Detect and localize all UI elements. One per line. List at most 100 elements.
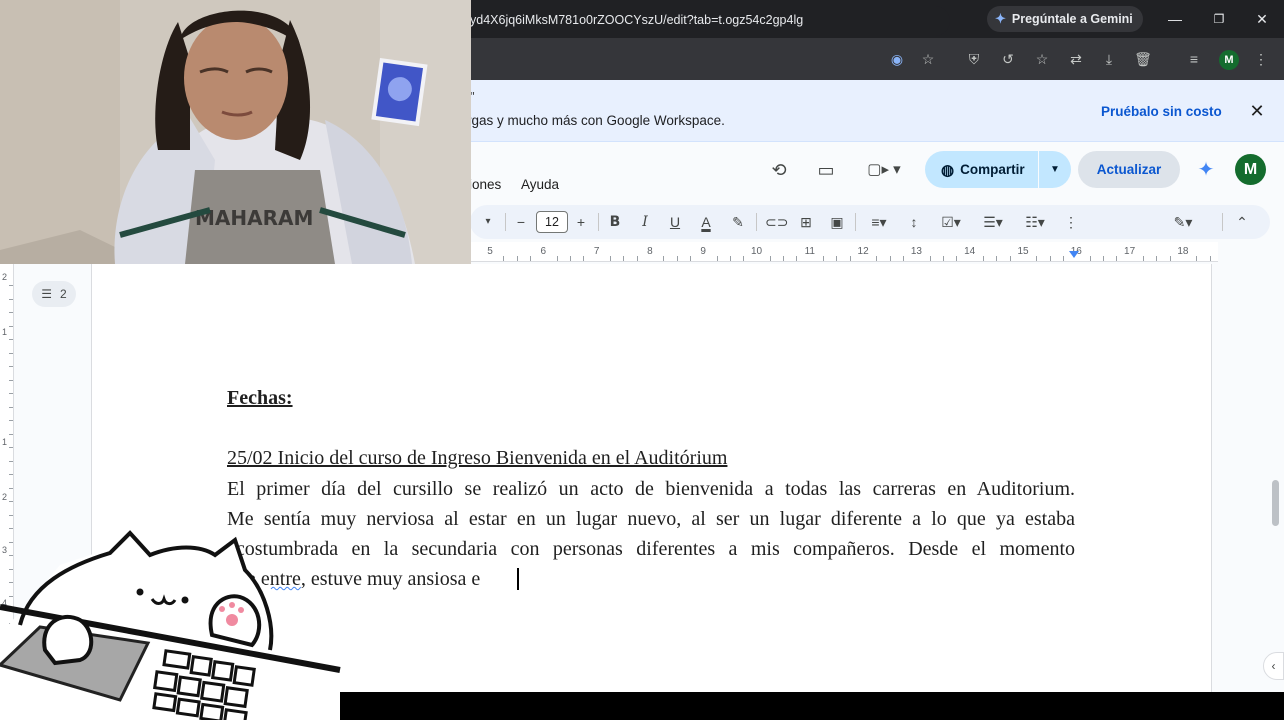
italic-icon[interactable]: I bbox=[635, 211, 655, 233]
scrollbar-thumb[interactable] bbox=[1272, 480, 1279, 526]
share-button[interactable]: ◍ Compartir ▼ bbox=[925, 151, 1071, 188]
ruler-tick bbox=[836, 256, 838, 261]
chevron-down-icon[interactable]: ▼ bbox=[1039, 164, 1071, 175]
vertical-ruler-tick bbox=[9, 352, 13, 354]
update-button[interactable]: Actualizar bbox=[1078, 151, 1180, 188]
font-dropdown-caret-icon[interactable]: ▾ bbox=[478, 211, 498, 233]
paragraph-line[interactable]: acostumbrada en la secundaria con person… bbox=[227, 538, 1075, 561]
font-size-input[interactable]: 12 bbox=[536, 211, 568, 233]
vertical-ruler-tick bbox=[9, 339, 13, 340]
ruler-tick bbox=[529, 256, 531, 261]
history-icon[interactable]: ⟲ bbox=[767, 158, 791, 182]
text-cursor bbox=[517, 568, 519, 590]
ruler-number: 10 bbox=[750, 246, 763, 257]
underline-icon[interactable]: U bbox=[665, 211, 685, 233]
vertical-ruler-tick bbox=[9, 406, 13, 408]
horizontal-ruler[interactable] bbox=[470, 242, 1218, 262]
url-text[interactable]: yd4X6jq6iMksM781o0rZOOCYszU/edit?tab=t.o… bbox=[470, 13, 803, 27]
vertical-ruler-tick bbox=[9, 460, 13, 462]
toolbar-divider bbox=[1222, 213, 1223, 231]
ruler-number: 14 bbox=[964, 246, 976, 257]
decrease-font-icon[interactable]: − bbox=[511, 211, 531, 233]
align-icon[interactable]: ≡▾ bbox=[864, 211, 894, 233]
minimize-icon[interactable]: — bbox=[1164, 8, 1186, 30]
browser-menu-icon[interactable]: ⋮ bbox=[1251, 49, 1271, 69]
close-icon[interactable]: ✕ bbox=[1246, 100, 1268, 122]
banner-text: rgas y mucho más con Google Workspace. bbox=[467, 113, 725, 128]
paragraph-line[interactable]: El primer día del cursillo se realizó un… bbox=[227, 478, 1075, 501]
try-free-link[interactable]: Pruébalo sin costo bbox=[1101, 104, 1222, 119]
insert-image-icon[interactable]: ▣ bbox=[827, 211, 847, 233]
vertical-ruler-number: 2 bbox=[2, 272, 8, 282]
share-label: Compartir bbox=[960, 162, 1025, 177]
account-avatar[interactable]: M bbox=[1235, 154, 1266, 185]
trash-icon[interactable]: 🗑 bbox=[1133, 49, 1153, 69]
lens-icon[interactable]: ◉ bbox=[887, 49, 907, 69]
ruler-tick bbox=[783, 256, 785, 261]
ruler-tick bbox=[1049, 256, 1051, 261]
ask-gemini-button[interactable]: ✦ Pregúntale a Gemini bbox=[987, 6, 1143, 32]
ruler-tick bbox=[876, 256, 878, 261]
ruler-number: 11 bbox=[804, 246, 815, 257]
menu-extensions[interactable]: iones bbox=[469, 177, 501, 192]
outline-button[interactable]: ☰ 2 bbox=[32, 281, 76, 307]
vertical-ruler-tick bbox=[9, 285, 13, 286]
highlight-icon[interactable]: ✎ bbox=[728, 211, 748, 233]
vertical-ruler-number: 2 bbox=[2, 492, 8, 502]
line-spacing-icon[interactable]: ↕ bbox=[904, 211, 924, 233]
paragraph-line[interactable]: Me sentía muy nerviosa al estar en un lu… bbox=[227, 508, 1075, 531]
bold-icon[interactable]: B bbox=[605, 211, 625, 233]
side-panel-toggle-icon[interactable]: ‹ bbox=[1263, 652, 1284, 680]
checklist-icon[interactable]: ☑▾ bbox=[935, 211, 967, 233]
window-close-icon[interactable]: ✕ bbox=[1251, 8, 1273, 30]
ruler-number: 8 bbox=[647, 246, 653, 257]
ruler-tick bbox=[943, 256, 945, 261]
vertical-ruler-number: 1 bbox=[2, 327, 8, 337]
collapse-toolbar-icon[interactable]: ⌃ bbox=[1232, 211, 1252, 233]
ruler-tick bbox=[889, 256, 891, 261]
ruler-number: 15 bbox=[1017, 246, 1029, 257]
gemini-sparkle-icon[interactable]: ✦ bbox=[1194, 158, 1218, 182]
bulleted-list-icon[interactable]: ☰▾ bbox=[977, 211, 1009, 233]
bookmark-star-icon[interactable]: ☆ bbox=[918, 49, 938, 69]
ruler-tick bbox=[516, 256, 518, 261]
download-icon[interactable]: ⤓ bbox=[1099, 49, 1119, 69]
browser-profile-avatar[interactable]: M bbox=[1219, 50, 1239, 70]
add-comment-icon[interactable]: ⊞ bbox=[796, 211, 816, 233]
vertical-ruler-tick bbox=[9, 393, 13, 394]
more-options-icon[interactable]: ⋮ bbox=[1061, 211, 1081, 233]
comment-icon[interactable]: ▭ bbox=[814, 158, 838, 182]
editing-mode-icon[interactable]: ✎▾ bbox=[1166, 211, 1200, 233]
history-extension-icon[interactable]: ↺ bbox=[998, 49, 1018, 69]
vertical-ruler-tick bbox=[9, 366, 13, 367]
ruler-number: 7 bbox=[593, 246, 600, 257]
reading-list-icon[interactable]: ≡ bbox=[1184, 49, 1204, 69]
ruler-tick bbox=[636, 256, 638, 261]
svg-text:MAHARAM: MAHARAM bbox=[195, 206, 313, 230]
ruler-tick bbox=[769, 256, 771, 261]
ruler-tick bbox=[1196, 256, 1198, 261]
webcam-overlay: MAHARAM bbox=[0, 0, 471, 264]
text-color-icon[interactable]: A bbox=[696, 211, 716, 233]
vertical-ruler-tick bbox=[9, 474, 13, 475]
share-main[interactable]: ◍ Compartir bbox=[925, 161, 1038, 179]
section-heading[interactable]: Fechas: bbox=[227, 387, 293, 410]
star-extension-icon[interactable]: ☆ bbox=[1032, 49, 1052, 69]
menu-help[interactable]: Ayuda bbox=[521, 177, 559, 192]
link-icon[interactable]: ⊂⊃ bbox=[765, 211, 788, 233]
ruler-number: 12 bbox=[857, 246, 869, 257]
entry-heading[interactable]: 25/02 Inicio del curso de Ingreso Bienve… bbox=[227, 447, 727, 470]
restore-icon[interactable]: ❐ bbox=[1208, 8, 1230, 30]
ruler-tick bbox=[1009, 256, 1011, 261]
right-indent-marker[interactable] bbox=[1069, 251, 1079, 258]
ruler-tick bbox=[663, 256, 665, 261]
numbered-list-icon[interactable]: ☷▾ bbox=[1019, 211, 1051, 233]
increase-font-icon[interactable]: + bbox=[571, 211, 591, 233]
video-call-icon[interactable]: ▢▸ ▾ bbox=[864, 158, 904, 182]
outline-count: 2 bbox=[60, 287, 67, 301]
translate-icon[interactable]: ⇄ bbox=[1066, 49, 1086, 69]
vertical-ruler-tick bbox=[9, 433, 13, 435]
incognito-extension-icon[interactable]: ⛨ bbox=[964, 49, 984, 69]
vertical-ruler-tick bbox=[9, 487, 13, 489]
ruler-number: 13 bbox=[910, 246, 922, 257]
